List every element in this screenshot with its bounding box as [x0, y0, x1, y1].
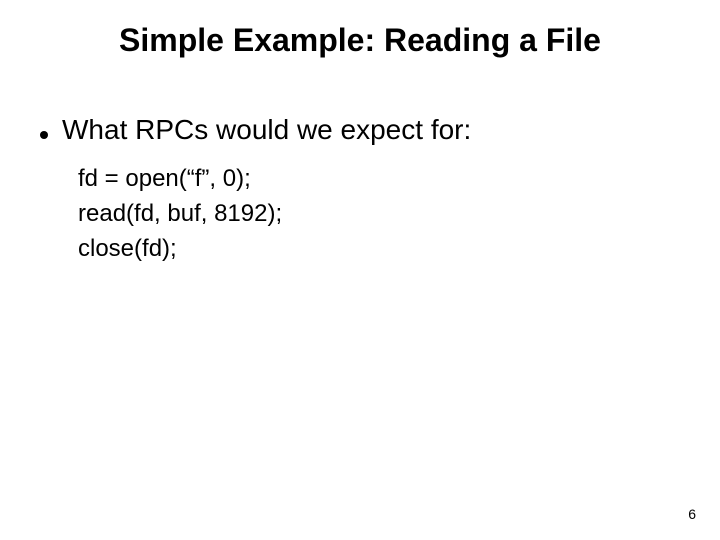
slide: Simple Example: Reading a File What RPCs…: [0, 0, 720, 540]
bullet-item: What RPCs would we expect for:: [40, 114, 471, 146]
bullet-text: What RPCs would we expect for:: [62, 114, 471, 146]
code-line-1: fd = open(“f”, 0);: [78, 162, 282, 197]
bullet-dot-icon: [40, 131, 48, 139]
code-block: fd = open(“f”, 0); read(fd, buf, 8192); …: [78, 162, 282, 266]
slide-title: Simple Example: Reading a File: [0, 22, 720, 59]
code-line-2: read(fd, buf, 8192);: [78, 197, 282, 232]
page-number: 6: [688, 506, 696, 522]
code-line-3: close(fd);: [78, 232, 282, 267]
